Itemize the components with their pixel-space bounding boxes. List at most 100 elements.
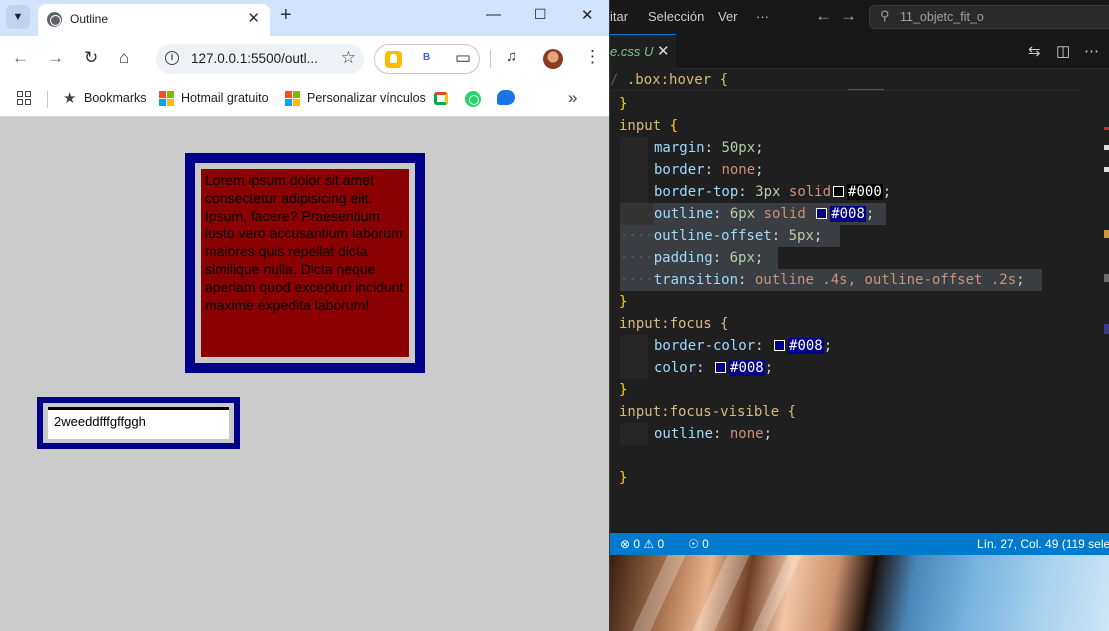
b-extension-icon[interactable]: B (423, 52, 430, 63)
tab-outline[interactable]: Outline ✕ (38, 4, 270, 36)
indent-guide (620, 159, 648, 181)
minimap-marker (1104, 127, 1109, 130)
code-line-2: } (619, 96, 628, 112)
google-meet-icon[interactable] (434, 92, 448, 105)
vscode-window: itar Selección Ver ··· ← → ⚲ 11_objetc_f… (610, 0, 1109, 555)
tab-file-name: e.css U (610, 44, 654, 59)
bookmarks-bar: ★ Bookmarks Hotmail gratuito Personaliza… (0, 82, 609, 117)
code-line-outline: outline: 6px solid #008; (654, 206, 875, 222)
back-button[interactable]: ← (12, 48, 29, 68)
close-tab-icon[interactable]: ✕ (247, 9, 260, 27)
vscode-titlebar: itar Selección Ver ··· ← → ⚲ 11_objetc_f… (610, 0, 1109, 34)
desktop-wallpaper (610, 555, 1109, 631)
extensions-group: B ▭ (374, 44, 480, 74)
minimize-button[interactable]: — (486, 6, 501, 23)
minimap-marker (1104, 167, 1109, 172)
code-line-outline-offset: ····outline-offset: 5px; (620, 228, 823, 244)
outline-offset-gap: 2weeddfffgffggh (43, 403, 234, 443)
browser-toolbar: ← → ↻ ⌂ i 127.0.0.1:5500/outl... ☆ B ▭ ♫… (0, 36, 609, 82)
menu-seleccion[interactable]: Selección (648, 9, 704, 24)
lorem-text: Lorem ipsum dolor sit amet consectetur a… (201, 169, 409, 357)
puzzle-icon[interactable]: ▭ (455, 48, 471, 68)
hover-box[interactable]: Lorem ipsum dolor sit amet consectetur a… (185, 153, 425, 373)
menu-more[interactable]: ··· (756, 9, 769, 24)
keep-extension-icon[interactable] (385, 51, 402, 68)
minimap-marker (1104, 324, 1109, 334)
nav-back-icon[interactable]: ← (815, 6, 832, 26)
indent-guide (620, 335, 648, 357)
address-bar[interactable]: i 127.0.0.1:5500/outl... ☆ (156, 44, 364, 74)
menu-editar[interactable]: itar (610, 9, 628, 24)
tab-search-button[interactable]: ▼ (6, 5, 30, 29)
home-button[interactable]: ⌂ (119, 48, 129, 68)
code-line-close-1: } (619, 294, 628, 310)
command-center-text: 11_objetc_fit_o (900, 10, 984, 24)
globe-icon (47, 12, 62, 27)
nav-forward-icon[interactable]: → (840, 6, 857, 26)
tab-title: Outline (70, 12, 109, 26)
cursor-position[interactable]: Lín. 27, Col. 49 (119 selec (977, 537, 1109, 551)
compare-changes-icon[interactable]: ⇆ (1028, 42, 1041, 60)
code-line-border-top: border-top: 3px solid #000; (654, 184, 892, 200)
command-center[interactable]: ⚲ 11_objetc_fit_o (869, 5, 1109, 29)
info-icon[interactable]: i (165, 51, 179, 65)
url-text: 127.0.0.1:5500/outl... (191, 51, 318, 66)
code-line-color: color: #008; (654, 360, 774, 376)
bookmark-bookmarks[interactable]: Bookmarks (84, 91, 147, 105)
code-line-3: input { (619, 118, 679, 134)
split-editor-icon[interactable]: ◫ (1056, 42, 1070, 60)
code-line-outline-none: outline: none; (654, 426, 773, 442)
code-line-transition: ····transition: outline .4s, outline-off… (620, 272, 1025, 288)
tab-css-file[interactable]: e.css U ✕ (610, 34, 676, 69)
whatsapp-icon[interactable] (465, 91, 481, 107)
tab-strip: ▼ Outline ✕ + — ☐ ✕ (0, 0, 609, 36)
apps-grid-icon[interactable] (17, 91, 31, 105)
minimap-marker (1104, 274, 1109, 282)
close-window-button[interactable]: ✕ (581, 6, 594, 24)
messages-icon[interactable] (497, 90, 515, 105)
bookmarks-divider (47, 91, 48, 108)
text-input[interactable]: 2weeddfffgffggh (48, 407, 229, 439)
new-tab-button[interactable]: + (280, 4, 292, 27)
kebab-menu-icon[interactable]: ⋮ (584, 47, 601, 67)
code-line-input-focus: input:focus { (619, 316, 729, 332)
indent-guide (620, 423, 648, 445)
minimap-marker (1104, 145, 1109, 150)
bookmark-hotmail[interactable]: Hotmail gratuito (181, 91, 269, 105)
color-swatch-black[interactable] (833, 186, 845, 197)
chevron-down-icon: ▼ (12, 11, 24, 23)
code-line-close-2: } (619, 382, 628, 398)
selection-indent (620, 203, 654, 225)
ports-indicator[interactable]: ☉ 0 (688, 537, 709, 551)
minimap-marker (1104, 230, 1109, 238)
star-icon: ★ (63, 90, 77, 107)
bookmark-personalizar[interactable]: Personalizar vínculos (307, 91, 426, 105)
microsoft-icon (285, 91, 300, 106)
page-viewport: Lorem ipsum dolor sit amet consectetur a… (0, 118, 609, 631)
input-outline: 2weeddfffgffggh (37, 397, 240, 449)
profile-avatar[interactable] (543, 49, 563, 69)
more-bookmarks-button[interactable]: » (568, 88, 577, 108)
code-line-close-3: } (619, 470, 628, 486)
browser-window: ▼ Outline ✕ + — ☐ ✕ ← → ↻ ⌂ i 127.0.0.1:… (0, 0, 610, 631)
status-bar: ⊗ 0 ⚠ 0 ☉ 0 Lín. 27, Col. 49 (119 selec (610, 533, 1109, 555)
media-control-icon[interactable]: ♫ (506, 48, 517, 65)
color-swatch-navy[interactable] (715, 362, 727, 373)
code-line-1: / .box:hover { (610, 72, 729, 88)
reload-button[interactable]: ↻ (84, 48, 98, 68)
code-line-margin: margin: 50px; (654, 140, 764, 156)
indent-guide (620, 137, 648, 159)
indent-guide (620, 181, 648, 203)
more-actions-icon[interactable]: ⋯ (1084, 42, 1099, 60)
code-editor[interactable]: / .box:hover { } input { margin: 50px; b… (610, 69, 1096, 533)
search-icon: ⚲ (880, 8, 890, 23)
color-swatch-navy[interactable] (774, 340, 786, 351)
close-icon[interactable]: ✕ (657, 42, 670, 60)
forward-button[interactable]: → (47, 48, 64, 68)
color-swatch-navy[interactable] (816, 208, 828, 219)
maximize-button[interactable]: ☐ (534, 6, 547, 23)
bookmark-star-icon[interactable]: ☆ (341, 48, 356, 68)
minimap-scrollbar[interactable] (1080, 69, 1109, 533)
problems-indicator[interactable]: ⊗ 0 ⚠ 0 (620, 537, 664, 551)
menu-ver[interactable]: Ver (718, 9, 738, 24)
